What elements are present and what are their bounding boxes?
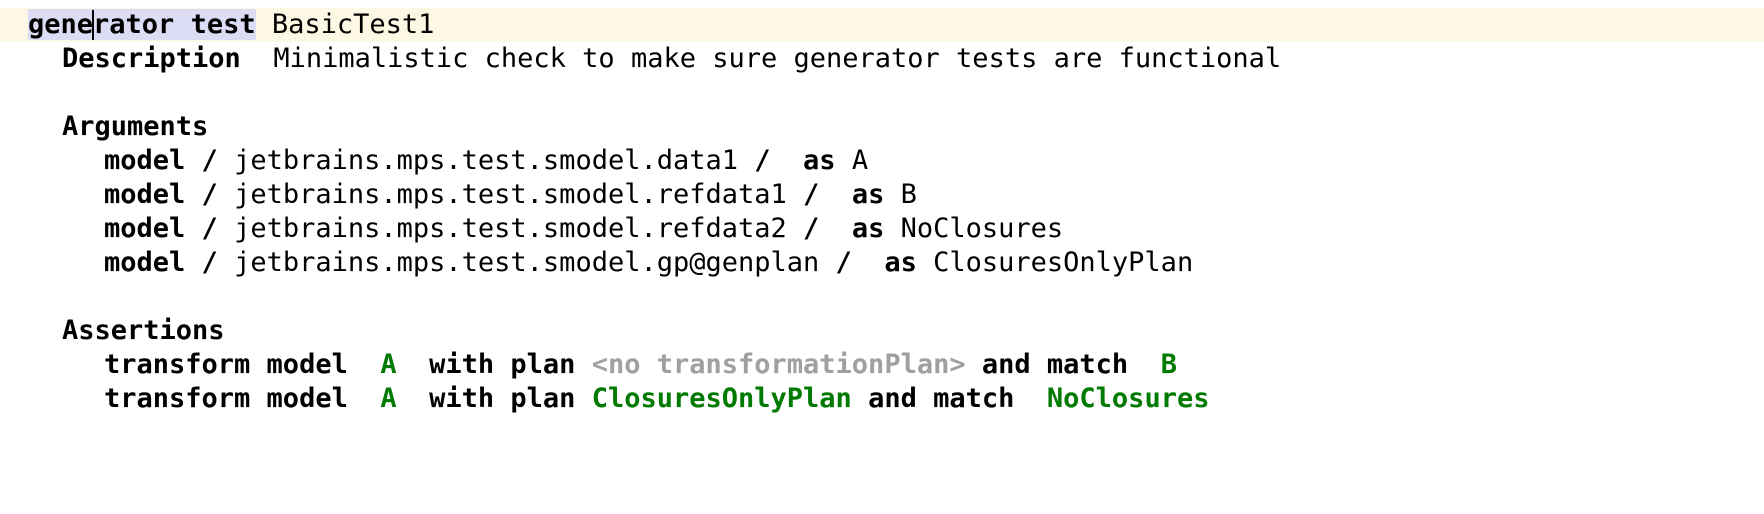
assertion-and-match-keyword-text: and match: [981, 349, 1129, 380]
argument-separator-right: /: [787, 179, 820, 210]
assertion-plan-ref-cell[interactable]: <no transformationPlan>: [575, 349, 966, 380]
argument-model-ref-cell[interactable]: jetbrains.mps.test.smodel.data1: [218, 145, 738, 176]
assertion-transform-keyword: transform model: [104, 349, 348, 380]
argument-alias: ClosuresOnlyPlan: [933, 247, 1194, 278]
argument-row[interactable]: model / jetbrains.mps.test.smodel.data1 …: [0, 144, 1764, 178]
assertion-with-plan-keyword: with plan: [397, 383, 576, 414]
assertion-with-plan-keyword-text: with plan: [429, 383, 576, 414]
assertion-with-plan-keyword: with plan: [397, 349, 576, 380]
node-name-value: BasicTest1: [271, 9, 435, 40]
argument-keyword: model: [104, 145, 186, 176]
argument-separator-left: /: [185, 213, 218, 244]
argument-as-keyword: as: [819, 179, 885, 210]
assertion-with-plan-keyword-text: with plan: [429, 349, 576, 380]
argument-alias-cell[interactable]: B: [884, 179, 917, 210]
argument-separator-left: /: [185, 145, 218, 176]
assertion-model-ref-cell[interactable]: A: [348, 349, 397, 380]
argument-as-keyword: as: [819, 213, 885, 244]
spacer-before-assertions: [0, 280, 1764, 314]
concept-keyword-cell[interactable]: generator test: [28, 9, 256, 40]
concept-keyword-after-caret: rator test: [93, 9, 256, 40]
assertion-match-ref: B: [1160, 349, 1177, 380]
description-label: Description: [62, 43, 241, 74]
argument-separator-right: /: [738, 145, 771, 176]
argument-separator-left-glyph: /: [201, 179, 218, 210]
argument-row[interactable]: model / jetbrains.mps.test.smodel.refdat…: [0, 212, 1764, 246]
assertion-plan-ref: ClosuresOnlyPlan: [591, 383, 852, 414]
mps-editor-canvas[interactable]: generator test BasicTest1 Description Mi…: [0, 0, 1764, 514]
argument-as-keyword-text: as: [851, 179, 885, 210]
argument-alias-cell[interactable]: A: [836, 145, 869, 176]
assertion-and-match-keyword: and match: [852, 383, 1015, 414]
argument-alias: A: [851, 145, 869, 176]
assertion-and-match-keyword-text: and match: [868, 383, 1015, 414]
assertions-section-label-line: Assertions: [0, 314, 1764, 348]
argument-separator-left-glyph: /: [201, 145, 218, 176]
assertion-plan-ref-cell[interactable]: ClosuresOnlyPlan: [575, 383, 852, 414]
arguments-section-label-line: Arguments: [0, 110, 1764, 144]
argument-separator-right-glyph: /: [835, 247, 852, 278]
argument-model-ref-cell[interactable]: jetbrains.mps.test.smodel.refdata1: [218, 179, 787, 210]
assertion-plan-ref: <no transformationPlan>: [591, 349, 966, 380]
argument-model-ref-cell[interactable]: jetbrains.mps.test.smodel.gp@genplan: [218, 247, 819, 278]
assertion-match-ref-cell[interactable]: B: [1128, 349, 1177, 380]
argument-separator-right: /: [787, 213, 820, 244]
argument-row[interactable]: model / jetbrains.mps.test.smodel.refdat…: [0, 178, 1764, 212]
argument-separator-right-glyph: /: [754, 145, 771, 176]
argument-alias: NoClosures: [900, 213, 1064, 244]
assertion-transform-keyword: transform model: [104, 383, 348, 414]
node-name-cell[interactable]: BasicTest1: [256, 9, 435, 40]
argument-separator-left: /: [185, 179, 218, 210]
argument-model-ref: jetbrains.mps.test.smodel.data1: [234, 145, 738, 176]
argument-keyword: model: [104, 213, 186, 244]
argument-model-ref: jetbrains.mps.test.smodel.refdata2: [234, 213, 787, 244]
argument-separator-left: /: [185, 247, 218, 278]
argument-alias-cell[interactable]: ClosuresOnlyPlan: [917, 247, 1193, 278]
concept-keyword-before-caret: gene: [28, 9, 94, 40]
assertion-row[interactable]: transform model A with plan <no transfor…: [0, 348, 1764, 382]
argument-alias: B: [900, 179, 917, 210]
assertion-model-ref-cell[interactable]: A: [348, 383, 397, 414]
argument-separator-left-glyph: /: [201, 247, 218, 278]
argument-as-keyword-text: as: [884, 247, 917, 278]
arguments-label: Arguments: [62, 111, 209, 142]
assertions-label: Assertions: [62, 315, 225, 346]
argument-as-keyword: as: [771, 145, 836, 176]
description-value: Minimalistic check to make sure generato…: [273, 43, 1282, 74]
argument-separator-left-glyph: /: [201, 213, 218, 244]
description-value-cell[interactable]: Minimalistic check to make sure generato…: [241, 43, 1281, 74]
argument-row[interactable]: model / jetbrains.mps.test.smodel.gp@gen…: [0, 246, 1764, 280]
assertion-match-ref: NoClosures: [1046, 383, 1210, 414]
argument-model-ref: jetbrains.mps.test.smodel.refdata1: [234, 179, 787, 210]
argument-separator-right-glyph: /: [803, 213, 820, 244]
assertion-model-ref: A: [380, 349, 397, 380]
argument-model-ref-cell[interactable]: jetbrains.mps.test.smodel.refdata2: [218, 213, 787, 244]
argument-alias-cell[interactable]: NoClosures: [884, 213, 1064, 244]
argument-separator-right: /: [819, 247, 852, 278]
spacer-before-arguments: [0, 76, 1764, 110]
argument-as-keyword-text: as: [803, 145, 836, 176]
description-line[interactable]: Description Minimalistic check to make s…: [0, 42, 1764, 76]
argument-keyword: model: [104, 179, 186, 210]
argument-separator-right-glyph: /: [803, 179, 820, 210]
assertion-match-ref-cell[interactable]: NoClosures: [1014, 383, 1210, 414]
argument-as-keyword-text: as: [851, 213, 885, 244]
assertion-row[interactable]: transform model A with plan ClosuresOnly…: [0, 382, 1764, 416]
assertion-and-match-keyword: and match: [966, 349, 1129, 380]
argument-keyword: model: [104, 247, 186, 278]
assertion-model-ref: A: [380, 383, 397, 414]
argument-as-keyword: as: [852, 247, 917, 278]
node-header-line[interactable]: generator test BasicTest1: [0, 8, 1764, 42]
argument-model-ref: jetbrains.mps.test.smodel.gp@genplan: [234, 247, 820, 278]
